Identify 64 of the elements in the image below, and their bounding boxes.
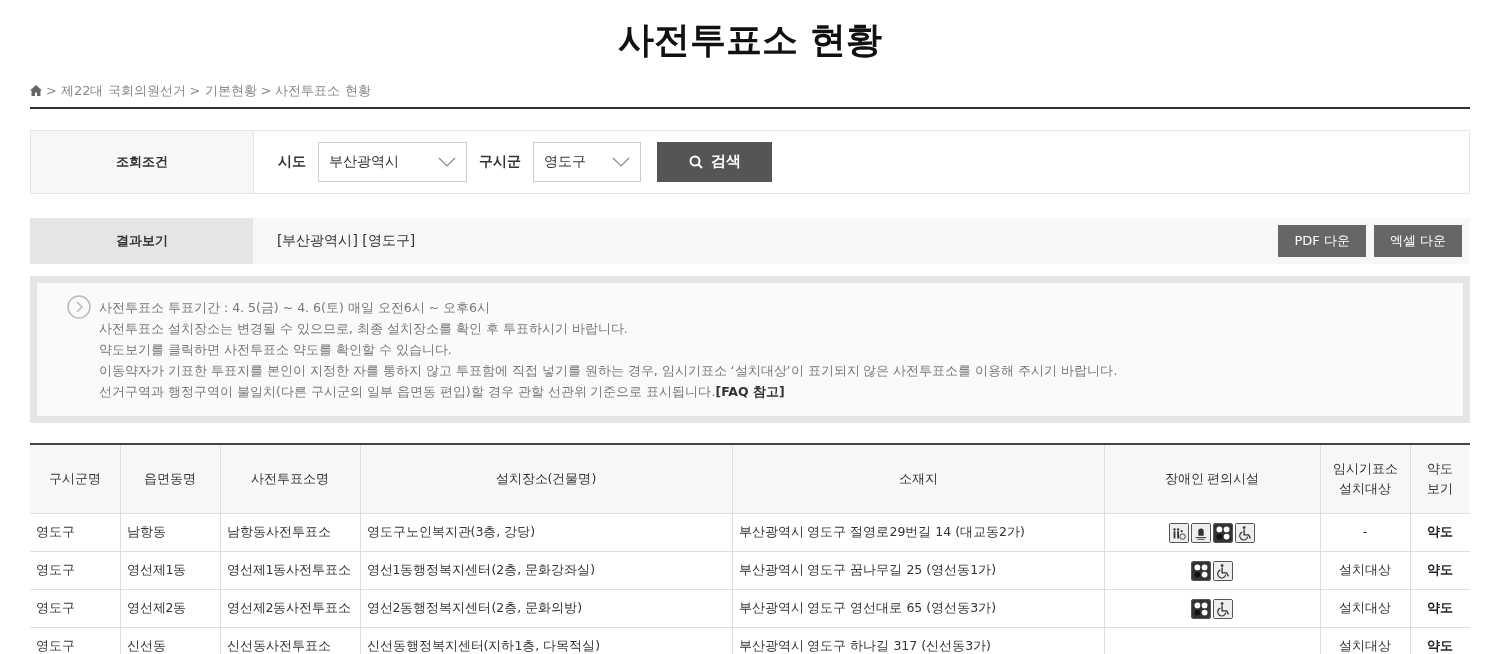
braille-dots-icon [1213,522,1233,543]
result-label: 결과보기 [30,217,253,264]
chevron-circle-icon [67,294,91,319]
select-field[interactable]: 영도구 [533,141,641,182]
accessible-toilet-icon [1169,522,1189,543]
table-cell: 영선1동행정복지센터(2층, 문화강좌실) [360,551,732,590]
table-cell: 영도구 [30,589,120,628]
map-link[interactable]: 약도 [1427,524,1454,540]
search-icon [688,154,703,169]
notice-text: 약도보기를 클릭하면 사전투표소 약도를 확인할 수 있습니다. [99,340,453,359]
column-header: 읍면동명 [120,443,220,514]
table-cell: 부산광역시 영도구 꿈나무길 25 (영선동1가) [732,551,1104,590]
breadcrumb-separator: > [189,82,201,101]
column-header: 약도 보기 [1410,443,1470,514]
table-cell: 영도구노인복지관(3층, 강당) [360,513,732,552]
pdf-download-button[interactable]: PDF 다운 [1278,224,1366,257]
table-cell: 부산광역시 영도구 영선대로 65 (영선동3가) [732,589,1104,628]
wheelchair-icon [1235,522,1255,543]
wheelchair-icon [1213,598,1233,619]
column-header: 장애인 편의시설 [1104,443,1320,514]
table-cell: 영선제1동 [120,551,220,590]
breadcrumb-separator: > [46,82,57,101]
table-cell: 설치대상 [1320,589,1410,628]
column-header: 구시군명 [30,443,120,514]
wheelchair-icon [1213,560,1233,581]
table-cell: 영선2동행정복지센터(2층, 문화의방) [360,589,732,628]
chevron-down-icon [612,156,630,167]
page-title: 사전투표소 현황 [616,18,884,62]
bell-icon [1191,522,1211,543]
chevron-down-icon [438,156,456,167]
column-header: 소재지 [732,443,1104,514]
breadcrumb-link[interactable]: 사전투표소 현황 [275,81,371,101]
table-cell: 설치대상 [1320,551,1410,590]
notice-text: 이동약자가 기표한 투표지를 본인이 지정한 자를 통하지 않고 투표함에 직접 넣기를 원하는 경우, 임시기표소 ‘설치대상’이 표기되지 않은 사전투표소를 이용해 주시기 바랍니다. [99,361,1118,380]
column-header: 사전투표소명 [220,443,360,514]
table-cell: 남항동사전투표소 [220,513,360,552]
home-icon[interactable] [30,85,42,97]
result-summary: [부산광역시] [영도구] [277,231,417,251]
column-header: 설치장소(건물명) [360,443,732,514]
download-button[interactable]: 엑셀 다운 [1373,224,1462,257]
table-cell: 영도구 [30,513,120,552]
table-cell: 남항동 [120,513,220,552]
braille-dots-icon [1191,598,1211,619]
search-button[interactable]: 검색 [657,141,772,182]
table-cell: - [1320,513,1410,552]
table-cell: 부산광역시 영도구 절영로29번길 14 (대교동2가) [732,513,1104,552]
search-label: 조회조건 [31,130,254,193]
braille-dots-icon [1191,560,1211,581]
table-cell: 영선제1동사전투표소 [220,551,360,590]
breadcrumb-link[interactable]: 제22대 국회의원선거 [60,81,186,101]
notice-text: 사전투표소 투표기간 : 4. 5(금) ~ 4. 6(토) 매일 오전6시 ~ 오후6시 [99,298,492,317]
notice-text: 사전투표소 설치장소는 변경될 수 있으므로, 최종 설치장소를 확인 후 투표하시기 바랍니다. [99,319,629,338]
field-label: 시도 [278,152,306,172]
table-cell: 영선제2동사전투표소 [220,589,360,628]
breadcrumb-link[interactable]: 기본현황 [204,81,257,101]
field-label: 구시군 [479,152,521,172]
map-link[interactable]: 약도 [1427,562,1454,578]
map-link[interactable]: 약도 [1427,600,1454,616]
table-cell: 영도구 [30,551,120,590]
table-cell: 영선제2동 [120,589,220,628]
column-header: 임시기표소 설치대상 [1320,443,1410,514]
notice-text: 선거구역과 행정구역이 불일치(다른 구시군의 일부 읍면동 편입)할 경우 관할 선관위 기준으로 표시됩니다.[FAQ 참고] [99,382,786,401]
breadcrumb-separator: > [260,82,272,101]
select-field[interactable]: 부산광역시 [318,141,467,182]
